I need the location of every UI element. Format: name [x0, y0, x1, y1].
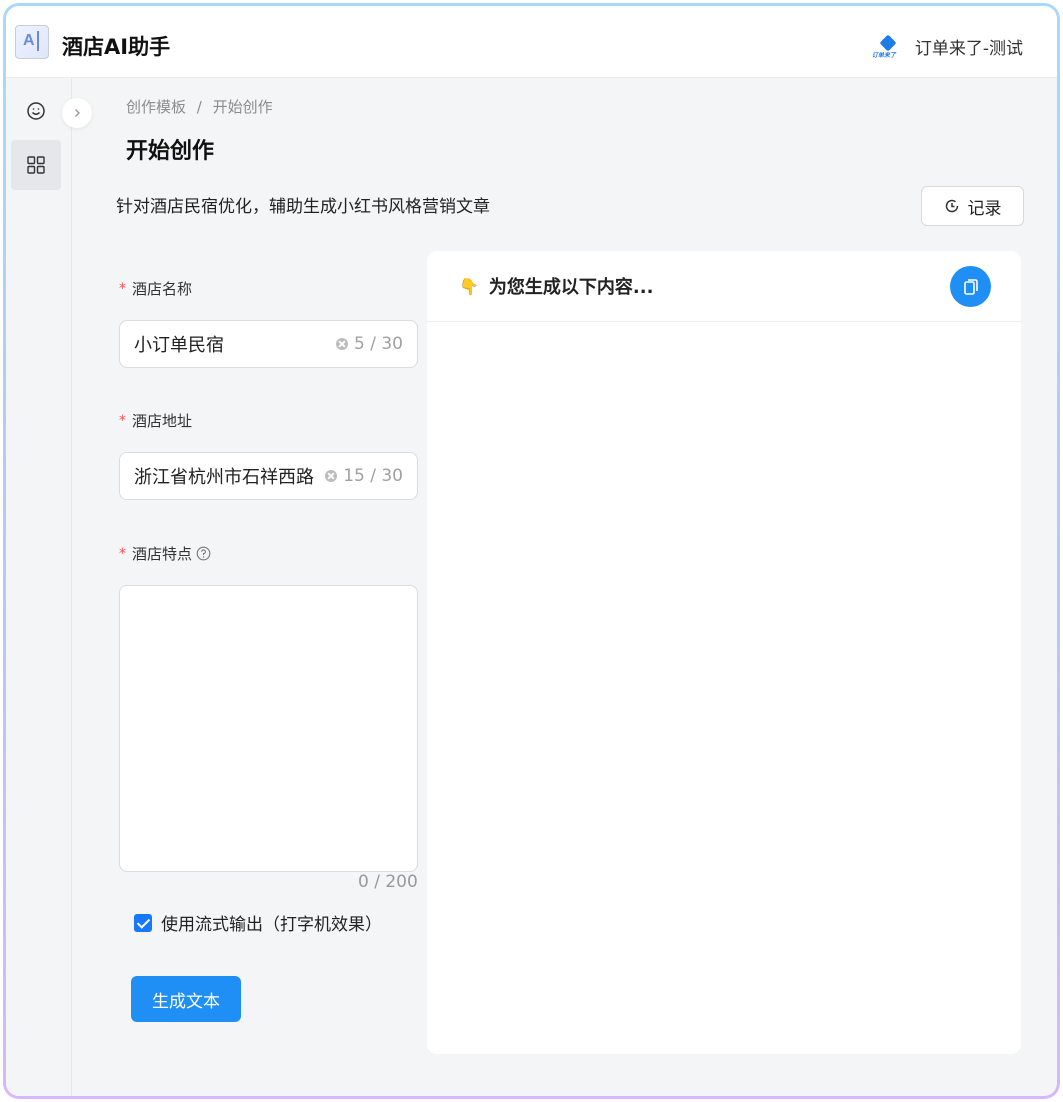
output-panel-header: 👇 为您生成以下内容...: [427, 251, 1021, 322]
clear-icon[interactable]: [325, 470, 338, 482]
hotel-name-label: * 酒店名称: [119, 280, 193, 298]
app-title: 酒店AI助手: [62, 35, 171, 59]
hotel-address-input[interactable]: 浙江省杭州市石祥西路 15 / 30: [119, 452, 418, 500]
page-title: 开始创作: [126, 139, 215, 164]
sidebar-item-templates[interactable]: [11, 140, 61, 190]
account-menu[interactable]: 订单来了 订单来了-测试: [872, 34, 1023, 59]
hotel-features-count: 0 / 200: [358, 872, 418, 892]
history-button[interactable]: 记录: [921, 186, 1024, 226]
required-mark: *: [119, 280, 126, 297]
generate-text-button[interactable]: 生成文本: [131, 976, 241, 1022]
page-subtitle: 针对酒店民宿优化，辅助生成小红书风格营销文章: [116, 197, 490, 217]
output-panel: 👇 为您生成以下内容...: [427, 251, 1021, 1054]
breadcrumb-separator: /: [196, 98, 202, 116]
hotel-address-label: * 酒店地址: [119, 412, 193, 430]
copy-icon: [963, 278, 978, 295]
sidebar-expand-button[interactable]: [62, 98, 92, 128]
hotel-features-label: * 酒店特点: [119, 543, 211, 564]
hotel-address-count: 15 / 30: [343, 466, 403, 486]
output-content: [427, 322, 1021, 362]
window-frame: A 酒店AI助手 订单来了 订单来了-测试 创作模板 / 开始创作 开始创作 针…: [3, 3, 1060, 1099]
app-logo-icon: A: [15, 25, 49, 59]
chevron-right-icon: [75, 109, 80, 117]
copy-button[interactable]: [950, 266, 991, 307]
grid-icon: [27, 156, 45, 174]
sidebar: [6, 78, 72, 1096]
brand-logo-icon: 订单来了: [872, 34, 906, 59]
history-button-label: 记录: [967, 198, 1002, 219]
pointing-down-icon: 👇: [459, 276, 479, 296]
app-window: A 酒店AI助手 订单来了 订单来了-测试 创作模板 / 开始创作 开始创作 针…: [6, 6, 1057, 1096]
checkbox-checked-icon[interactable]: [134, 913, 152, 932]
stream-output-label: 使用流式输出（打字机效果）: [161, 915, 382, 935]
required-mark: *: [119, 545, 126, 562]
hotel-name-input[interactable]: 小订单民宿 5 / 30: [119, 320, 418, 368]
clear-icon[interactable]: [336, 338, 349, 350]
breadcrumb-item-templates[interactable]: 创作模板: [126, 98, 186, 116]
breadcrumb-item-current: 开始创作: [212, 98, 273, 116]
hotel-name-value: 小订单民宿: [134, 335, 224, 356]
smile-icon: [27, 102, 45, 120]
stream-output-checkbox[interactable]: 使用流式输出（打字机效果）: [134, 910, 382, 935]
history-icon: [945, 199, 958, 213]
output-panel-title: 为您生成以下内容...: [488, 277, 654, 298]
sidebar-item-assistant[interactable]: [11, 86, 61, 136]
hotel-features-textarea[interactable]: [119, 585, 418, 872]
help-icon[interactable]: [196, 546, 211, 561]
breadcrumb: 创作模板 / 开始创作: [126, 96, 279, 117]
account-name: 订单来了-测试: [914, 39, 1023, 59]
top-header: A 酒店AI助手 订单来了 订单来了-测试: [6, 6, 1057, 78]
logo-letter: A: [23, 32, 35, 49]
hotel-name-count: 5 / 30: [354, 334, 403, 354]
required-mark: *: [119, 412, 126, 429]
hotel-address-value: 浙江省杭州市石祥西路: [134, 467, 314, 488]
